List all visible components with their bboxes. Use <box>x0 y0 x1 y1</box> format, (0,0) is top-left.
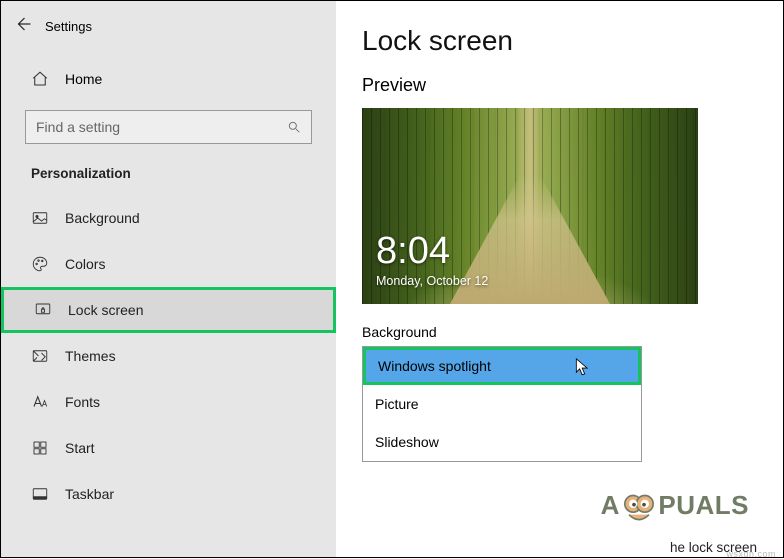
clock-overlay: 8:04 Monday, October 12 <box>376 232 488 288</box>
sidebar-item-fonts[interactable]: Fonts <box>1 379 336 425</box>
sidebar-item-colors[interactable]: Colors <box>1 241 336 287</box>
sidebar: Settings Home Find a setting Personaliza… <box>1 1 336 557</box>
page-title: Lock screen <box>362 25 757 57</box>
sidebar-item-lock-screen[interactable]: Lock screen <box>1 287 336 333</box>
sidebar-item-start[interactable]: Start <box>1 425 336 471</box>
home-label: Home <box>65 71 102 87</box>
sidebar-item-label: Colors <box>65 256 105 272</box>
clock-date: Monday, October 12 <box>376 274 488 288</box>
clock-time: 8:04 <box>376 232 488 270</box>
sidebar-item-taskbar[interactable]: Taskbar <box>1 471 336 517</box>
back-button[interactable] <box>1 15 45 38</box>
sidebar-item-label: Lock screen <box>68 302 143 318</box>
search-container: Find a setting <box>1 100 336 162</box>
settings-window: Settings Home Find a setting Personaliza… <box>0 0 784 558</box>
themes-icon <box>31 347 49 365</box>
sidebar-item-themes[interactable]: Themes <box>1 333 336 379</box>
taskbar-icon <box>31 485 49 503</box>
sidebar-item-label: Themes <box>65 348 116 364</box>
dropdown-option-label: Picture <box>375 396 419 412</box>
sidebar-item-label: Start <box>65 440 95 456</box>
preview-heading: Preview <box>362 75 757 96</box>
background-label: Background <box>362 324 757 340</box>
search-icon <box>287 120 301 134</box>
search-placeholder: Find a setting <box>36 119 120 135</box>
arrow-left-icon <box>14 15 32 33</box>
dropdown-option-label: Slideshow <box>375 434 439 450</box>
palette-icon <box>31 255 49 273</box>
nav-list: Background Colors Lock screen Themes Fon… <box>1 195 336 517</box>
dropdown-option-spotlight[interactable]: Windows spotlight <box>363 347 641 385</box>
dropdown-option-slideshow[interactable]: Slideshow <box>363 423 641 461</box>
section-title: Personalization <box>1 162 336 195</box>
picture-icon <box>31 209 49 227</box>
start-icon <box>31 439 49 457</box>
background-dropdown[interactable]: Windows spotlight Picture Slideshow <box>362 346 642 462</box>
window-title: Settings <box>45 19 92 34</box>
search-input[interactable]: Find a setting <box>25 110 312 144</box>
sidebar-item-label: Taskbar <box>65 486 114 502</box>
cursor-icon <box>574 357 592 377</box>
dropdown-option-label: Windows spotlight <box>378 358 491 374</box>
sidebar-item-label: Fonts <box>65 394 100 410</box>
home-icon <box>31 70 49 88</box>
sidebar-item-background[interactable]: Background <box>1 195 336 241</box>
watermark-logo: A PUALS <box>601 490 749 521</box>
mascot-icon <box>622 493 656 523</box>
dropdown-option-picture[interactable]: Picture <box>363 385 641 423</box>
sidebar-header: Settings <box>1 15 336 58</box>
lock-screen-icon <box>34 301 52 319</box>
sidebar-item-label: Background <box>65 210 140 226</box>
lock-screen-preview[interactable]: 8:04 Monday, October 12 <box>362 108 698 304</box>
fonts-icon <box>31 393 49 411</box>
main-content: Lock screen Preview 8:04 Monday, October… <box>336 1 783 557</box>
home-nav[interactable]: Home <box>1 58 336 100</box>
